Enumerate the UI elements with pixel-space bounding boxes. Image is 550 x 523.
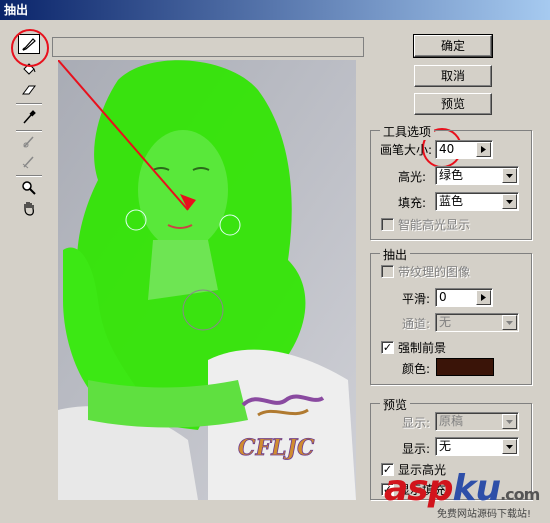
tool-options-title: 工具选项 <box>380 123 435 140</box>
watermark-ku: ku <box>452 468 502 509</box>
highlight-value: 绿色 <box>439 168 464 182</box>
foreground-color-swatch[interactable] <box>436 358 494 376</box>
brush-size-arrow-icon[interactable] <box>476 142 491 157</box>
fill-value: 蓝色 <box>439 194 464 208</box>
ok-button[interactable]: 确定 <box>413 34 493 58</box>
smart-highlight-checkbox[interactable] <box>381 218 394 231</box>
chevron-down-icon[interactable] <box>502 168 517 183</box>
site-watermark: aspku.com <box>384 468 540 509</box>
preview-group-title: 预览 <box>380 396 411 413</box>
cancel-button[interactable]: 取消 <box>414 65 492 87</box>
textured-image-label: 带纹理的图像 <box>398 265 471 279</box>
show-label-2: 显示: <box>402 442 431 456</box>
color-label: 颜色: <box>402 362 431 376</box>
brush-size-value: 40 <box>439 142 455 156</box>
chevron-down-icon[interactable] <box>502 439 517 454</box>
brush-size-label: 画笔大小: <box>380 143 433 157</box>
smooth-value: 0 <box>439 290 447 304</box>
preview-button[interactable]: 预览 <box>414 93 492 115</box>
chevron-down-icon[interactable] <box>502 315 517 330</box>
annotation-tool-circle <box>11 29 49 67</box>
smooth-arrow-icon[interactable] <box>476 290 491 305</box>
image-preview-canvas[interactable]: CFLJC <box>58 60 356 500</box>
extraction-title: 抽出 <box>380 246 411 263</box>
canvas-watermark: CFLJC <box>238 435 315 461</box>
watermark-asp: asp <box>384 468 453 509</box>
photo-canvas: CFLJC <box>58 60 356 500</box>
watermark-subtitle: 免费网站源码下载站! <box>437 509 532 520</box>
smooth-input[interactable]: 0 <box>435 288 493 307</box>
chevron-down-icon[interactable] <box>502 414 517 429</box>
show-label-1: 显示: <box>402 416 431 430</box>
brush-size-input[interactable]: 40 <box>435 140 493 159</box>
smart-highlight-label: 智能高光显示 <box>398 218 471 232</box>
channel-value: 无 <box>439 315 452 329</box>
show-value-2: 无 <box>439 439 452 453</box>
canvas-header-bar <box>52 37 364 57</box>
watermark-com: .com <box>500 485 540 504</box>
highlight-select[interactable]: 绿色 <box>435 166 519 185</box>
channel-label: 通道: <box>402 317 431 331</box>
show-select-2[interactable]: 无 <box>435 437 519 456</box>
highlight-label: 高光: <box>398 170 427 184</box>
show-select-1[interactable]: 原稿 <box>435 412 519 431</box>
white-top <box>208 349 356 500</box>
fill-select[interactable]: 蓝色 <box>435 192 519 211</box>
fill-label: 填充: <box>398 196 427 210</box>
force-foreground-checkbox[interactable]: ✓ <box>381 341 394 354</box>
show-value-1: 原稿 <box>439 414 464 428</box>
force-foreground-label: 强制前景 <box>398 341 447 355</box>
textured-image-checkbox[interactable] <box>381 265 394 278</box>
face <box>138 130 228 250</box>
chevron-down-icon[interactable] <box>502 194 517 209</box>
smooth-label: 平滑: <box>402 292 431 306</box>
channel-select[interactable]: 无 <box>435 313 519 332</box>
